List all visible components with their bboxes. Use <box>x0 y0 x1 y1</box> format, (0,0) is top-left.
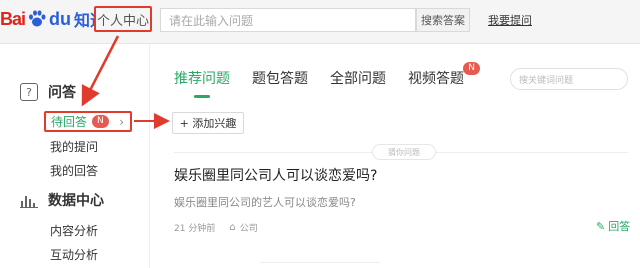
tab-all[interactable]: 全部问题 <box>330 68 386 88</box>
tab-video-label: 视频答题 <box>408 71 464 87</box>
bar-chart-icon <box>20 192 38 208</box>
answer-button[interactable]: ✎ 回答 <box>596 218 630 234</box>
sidebar-item-content-analysis[interactable]: 内容分析 <box>50 222 98 239</box>
sidebar-item-pending[interactable]: 待回答 N › <box>44 111 132 132</box>
question-title[interactable]: 娱乐圈里同公司人可以谈恋爱吗? <box>174 165 377 185</box>
next-item-divider <box>260 262 380 268</box>
qa-heading: 问答 <box>48 85 76 101</box>
keyword-search-input[interactable]: 搜关键词问题 <box>510 68 628 90</box>
question-tabs: 推荐问题 题包答题 全部问题 视频答题 N <box>174 62 486 98</box>
data-section-header: 数据中心 <box>20 190 104 210</box>
sidebar-item-my-answers[interactable]: 我的回答 <box>50 162 98 179</box>
user-center-link[interactable]: 个人中心 <box>94 6 152 32</box>
sidebar: ? 问答 待回答 N › 我的提问 我的回答 数据中心 内容分析 互动分析 <box>0 44 150 268</box>
tab-recommended[interactable]: 推荐问题 <box>174 68 230 98</box>
search-button[interactable]: 搜索答案 <box>416 8 470 32</box>
new-badge: N <box>92 115 109 128</box>
add-interest-button[interactable]: + 添加兴趣 <box>172 112 244 134</box>
question-tag[interactable]: 公司 <box>240 221 258 234</box>
new-badge: N <box>463 62 480 75</box>
answer-label: 回答 <box>608 220 631 233</box>
pending-label: 待回答 <box>51 115 88 129</box>
tag-icon: ⌂ <box>229 222 236 233</box>
logo-bai-text: Bai <box>0 8 26 29</box>
logo-du-text: du <box>49 8 72 29</box>
qa-section-header: ? 问答 <box>20 82 76 102</box>
question-time: 21 分钟前 <box>174 224 216 234</box>
edit-icon: ✎ <box>596 219 606 233</box>
recommend-tag: 猜你问题 <box>372 144 436 160</box>
tab-package[interactable]: 题包答题 <box>252 68 308 88</box>
ask-question-link[interactable]: 我要提问 <box>488 12 532 28</box>
tab-video[interactable]: 视频答题 N <box>408 62 480 88</box>
sidebar-item-my-questions[interactable]: 我的提问 <box>50 138 98 155</box>
paw-icon <box>26 8 48 30</box>
chevron-right-icon: › <box>119 114 124 129</box>
data-center-heading: 数据中心 <box>48 193 104 209</box>
search-input[interactable]: 请在此输入问题 <box>160 8 416 32</box>
sidebar-item-interaction-analysis[interactable]: 互动分析 <box>50 246 98 263</box>
baidu-zhidao-logo[interactable]: Bai du 知道 <box>0 6 106 32</box>
top-bar: Bai du 知道 个人中心 请在此输入问题 搜索答案 我要提问 <box>0 0 640 44</box>
question-description: 娱乐圈里同公司的艺人可以谈恋爱吗? <box>174 196 356 209</box>
question-icon: ? <box>20 83 38 101</box>
question-meta: 21 分钟前 ⌂ 公司 <box>174 221 258 234</box>
